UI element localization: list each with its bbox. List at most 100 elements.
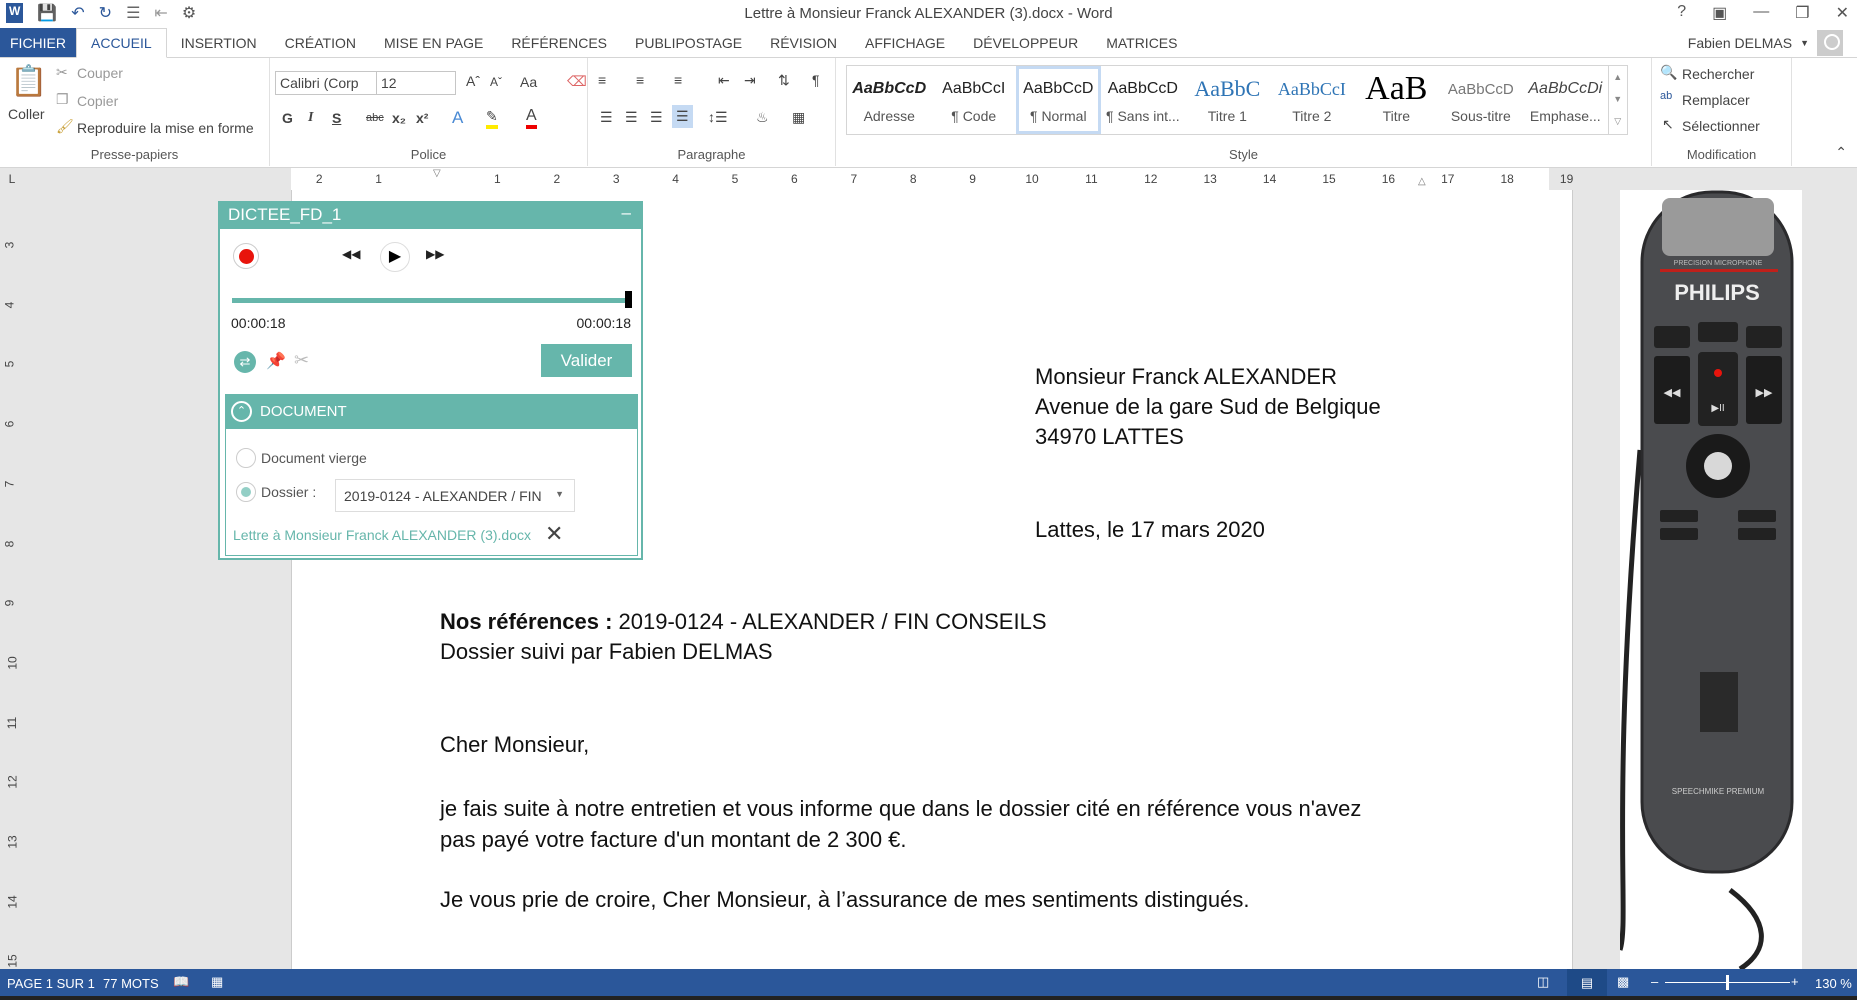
macro-icon[interactable]: ▦ — [211, 974, 223, 990]
bold-button[interactable]: G — [282, 110, 293, 126]
page-count[interactable]: PAGE 1 SUR 1 — [7, 976, 95, 991]
style-adresse[interactable]: AaBbCcD Adresse — [847, 66, 931, 134]
ruler-corner[interactable]: L — [0, 168, 24, 190]
shading-icon[interactable]: ♨ — [756, 109, 769, 126]
clear-format-icon[interactable]: ⌫ — [567, 73, 587, 90]
user-account[interactable]: Fabien DELMAS ▼ — [1688, 30, 1843, 56]
highlight-icon[interactable]: ✎ — [486, 108, 498, 129]
underline-button[interactable]: S — [332, 110, 341, 126]
font-size-select[interactable]: 12 — [376, 71, 456, 95]
help-icon[interactable]: ? — [1677, 3, 1686, 23]
style-code[interactable]: AaBbCcI ¶ Code — [931, 66, 1015, 134]
zoom-out-icon[interactable]: – — [1651, 974, 1658, 989]
align-left-icon[interactable]: ☰ — [600, 109, 613, 126]
style-titre[interactable]: AaB Titre — [1354, 66, 1438, 134]
copy-button[interactable]: Copier — [77, 93, 118, 109]
playback-thumb[interactable] — [625, 291, 632, 308]
tab-developpeur[interactable]: DÉVELOPPEUR — [959, 28, 1092, 57]
numbering-icon[interactable]: ≡ — [636, 72, 644, 88]
print-layout-icon[interactable]: ▤ — [1567, 969, 1607, 996]
proofing-icon[interactable]: 📖 — [173, 974, 189, 990]
radio-folder[interactable] — [236, 482, 256, 502]
font-name-select[interactable]: Calibri (Corp — [275, 71, 377, 95]
style-titre-2[interactable]: AaBbCcI Titre 2 — [1270, 66, 1354, 134]
ribbon-tabs: FICHIER ACCUEIL INSERTION CRÉATION MISE … — [0, 28, 1857, 58]
bullets-icon[interactable]: ≡ — [598, 72, 606, 88]
collapse-ribbon-icon[interactable]: ⌃ — [1835, 144, 1847, 161]
format-painter-button[interactable]: Reproduire la mise en forme — [77, 120, 254, 136]
subscript-icon[interactable]: x₂ — [392, 110, 406, 126]
cut-button[interactable]: Couper — [77, 65, 123, 81]
horizontal-ruler[interactable]: 2 1 1 2 3 4 5 6 7 8 9 10 11 12 13 14 15 16 17 18 19 ▽ △ — [24, 168, 1857, 190]
find-button[interactable]: Rechercher — [1682, 66, 1754, 82]
italic-button[interactable]: I — [308, 110, 313, 126]
paste-button[interactable]: Coller — [8, 106, 45, 122]
web-layout-icon[interactable]: ▩ — [1617, 974, 1629, 990]
tab-references[interactable]: RÉFÉRENCES — [497, 28, 621, 57]
borders-icon[interactable]: ▦ — [792, 109, 805, 126]
pilcrow-icon[interactable]: ¶ — [812, 72, 820, 88]
word-count[interactable]: 77 MOTS — [103, 976, 159, 991]
read-mode-icon[interactable]: ◫ — [1537, 974, 1549, 990]
change-case-button[interactable]: Aa — [520, 74, 537, 90]
align-center-icon[interactable]: ☰ — [625, 109, 638, 126]
style-emphase[interactable]: AaBbCcDi Emphase... — [1523, 66, 1607, 134]
tab-fichier[interactable]: FICHIER — [0, 28, 76, 57]
style-sous-titre[interactable]: AaBbCcD Sous-titre — [1439, 66, 1523, 134]
ruler-number: 17 — [1441, 172, 1455, 186]
font-color-icon[interactable]: A — [526, 107, 537, 129]
gallery-scrollbar[interactable]: ▲ ▼ ▽ — [1607, 66, 1627, 134]
scissors-icon[interactable]: ✂ — [294, 350, 309, 371]
zoom-in-icon[interactable]: + — [1791, 974, 1799, 989]
document-section-header[interactable]: ⌃ DOCUMENT — [226, 395, 637, 429]
tab-accueil[interactable]: ACCUEIL — [76, 28, 167, 58]
replace-button[interactable]: Remplacer — [1682, 92, 1750, 108]
style-titre-1[interactable]: AaBbC Titre 1 — [1185, 66, 1269, 134]
zoom-level[interactable]: 130 % — [1815, 976, 1852, 991]
increase-indent-icon[interactable]: ⇥ — [744, 72, 756, 89]
sort-icon[interactable]: ⇅ — [778, 72, 790, 89]
align-right-icon[interactable]: ☰ — [650, 109, 663, 126]
folder-select[interactable]: 2019-0124 - ALEXANDER / FIN ▼ — [335, 479, 575, 512]
indent-marker-icon[interactable]: ▽ — [433, 168, 441, 179]
radio-blank-document[interactable] — [236, 448, 256, 468]
rewind-icon[interactable]: ◀◀ — [342, 247, 360, 261]
decrease-indent-icon[interactable]: ⇤ — [718, 72, 730, 89]
record-button[interactable] — [233, 243, 259, 269]
select-button[interactable]: Sélectionner — [1682, 118, 1760, 134]
pin-icon[interactable]: 📌 — [266, 351, 286, 371]
vertical-ruler[interactable]: 3 4 5 6 7 8 9 10 11 12 13 14 15 — [0, 190, 24, 969]
grow-font-icon[interactable]: Aˆ — [466, 73, 480, 89]
ribbon-display-icon[interactable]: ▣ — [1712, 3, 1727, 23]
tab-revision[interactable]: RÉVISION — [756, 28, 851, 57]
text-effects-icon[interactable]: A — [452, 108, 463, 128]
sync-icon[interactable]: ⇄ — [234, 351, 256, 373]
tab-insertion[interactable]: INSERTION — [167, 28, 271, 57]
superscript-icon[interactable]: x² — [416, 110, 428, 126]
tab-affichage[interactable]: AFFICHAGE — [851, 28, 959, 57]
linked-document-link[interactable]: Lettre à Monsieur Franck ALEXANDER (3).d… — [233, 527, 531, 543]
shrink-font-icon[interactable]: Aˇ — [490, 75, 502, 89]
style-normal[interactable]: AaBbCcD ¶ Normal — [1015, 66, 1101, 134]
tab-creation[interactable]: CRÉATION — [271, 28, 370, 57]
tab-mise-en-page[interactable]: MISE EN PAGE — [370, 28, 497, 57]
play-button[interactable]: ▶ — [380, 242, 410, 272]
multilevel-list-icon[interactable]: ≡ — [674, 72, 682, 88]
justify-icon[interactable]: ☰ — [672, 105, 693, 128]
close-icon[interactable]: ✕ — [1836, 3, 1849, 23]
zoom-slider-thumb[interactable] — [1726, 975, 1729, 990]
tab-publipostage[interactable]: PUBLIPOSTAGE — [621, 28, 756, 57]
validate-button[interactable]: Valider — [541, 344, 632, 377]
playback-progress[interactable] — [232, 298, 632, 303]
right-indent-marker-icon[interactable]: △ — [1418, 176, 1426, 187]
paste-icon[interactable]: 📋 — [10, 64, 47, 99]
style-sans-interligne[interactable]: AaBbCcD ¶ Sans int... — [1101, 66, 1185, 134]
remove-link-icon[interactable]: ✕ — [545, 521, 563, 547]
line-spacing-icon[interactable]: ↕☰ — [708, 109, 728, 126]
tab-matrices[interactable]: MATRICES — [1092, 28, 1191, 57]
fast-forward-icon[interactable]: ▶▶ — [426, 247, 444, 261]
minimize-icon[interactable]: — — [1753, 3, 1769, 23]
strikethrough-button[interactable]: abc — [366, 112, 384, 124]
restore-icon[interactable]: ❐ — [1795, 3, 1809, 23]
minimize-panel-icon[interactable]: – — [622, 203, 631, 223]
